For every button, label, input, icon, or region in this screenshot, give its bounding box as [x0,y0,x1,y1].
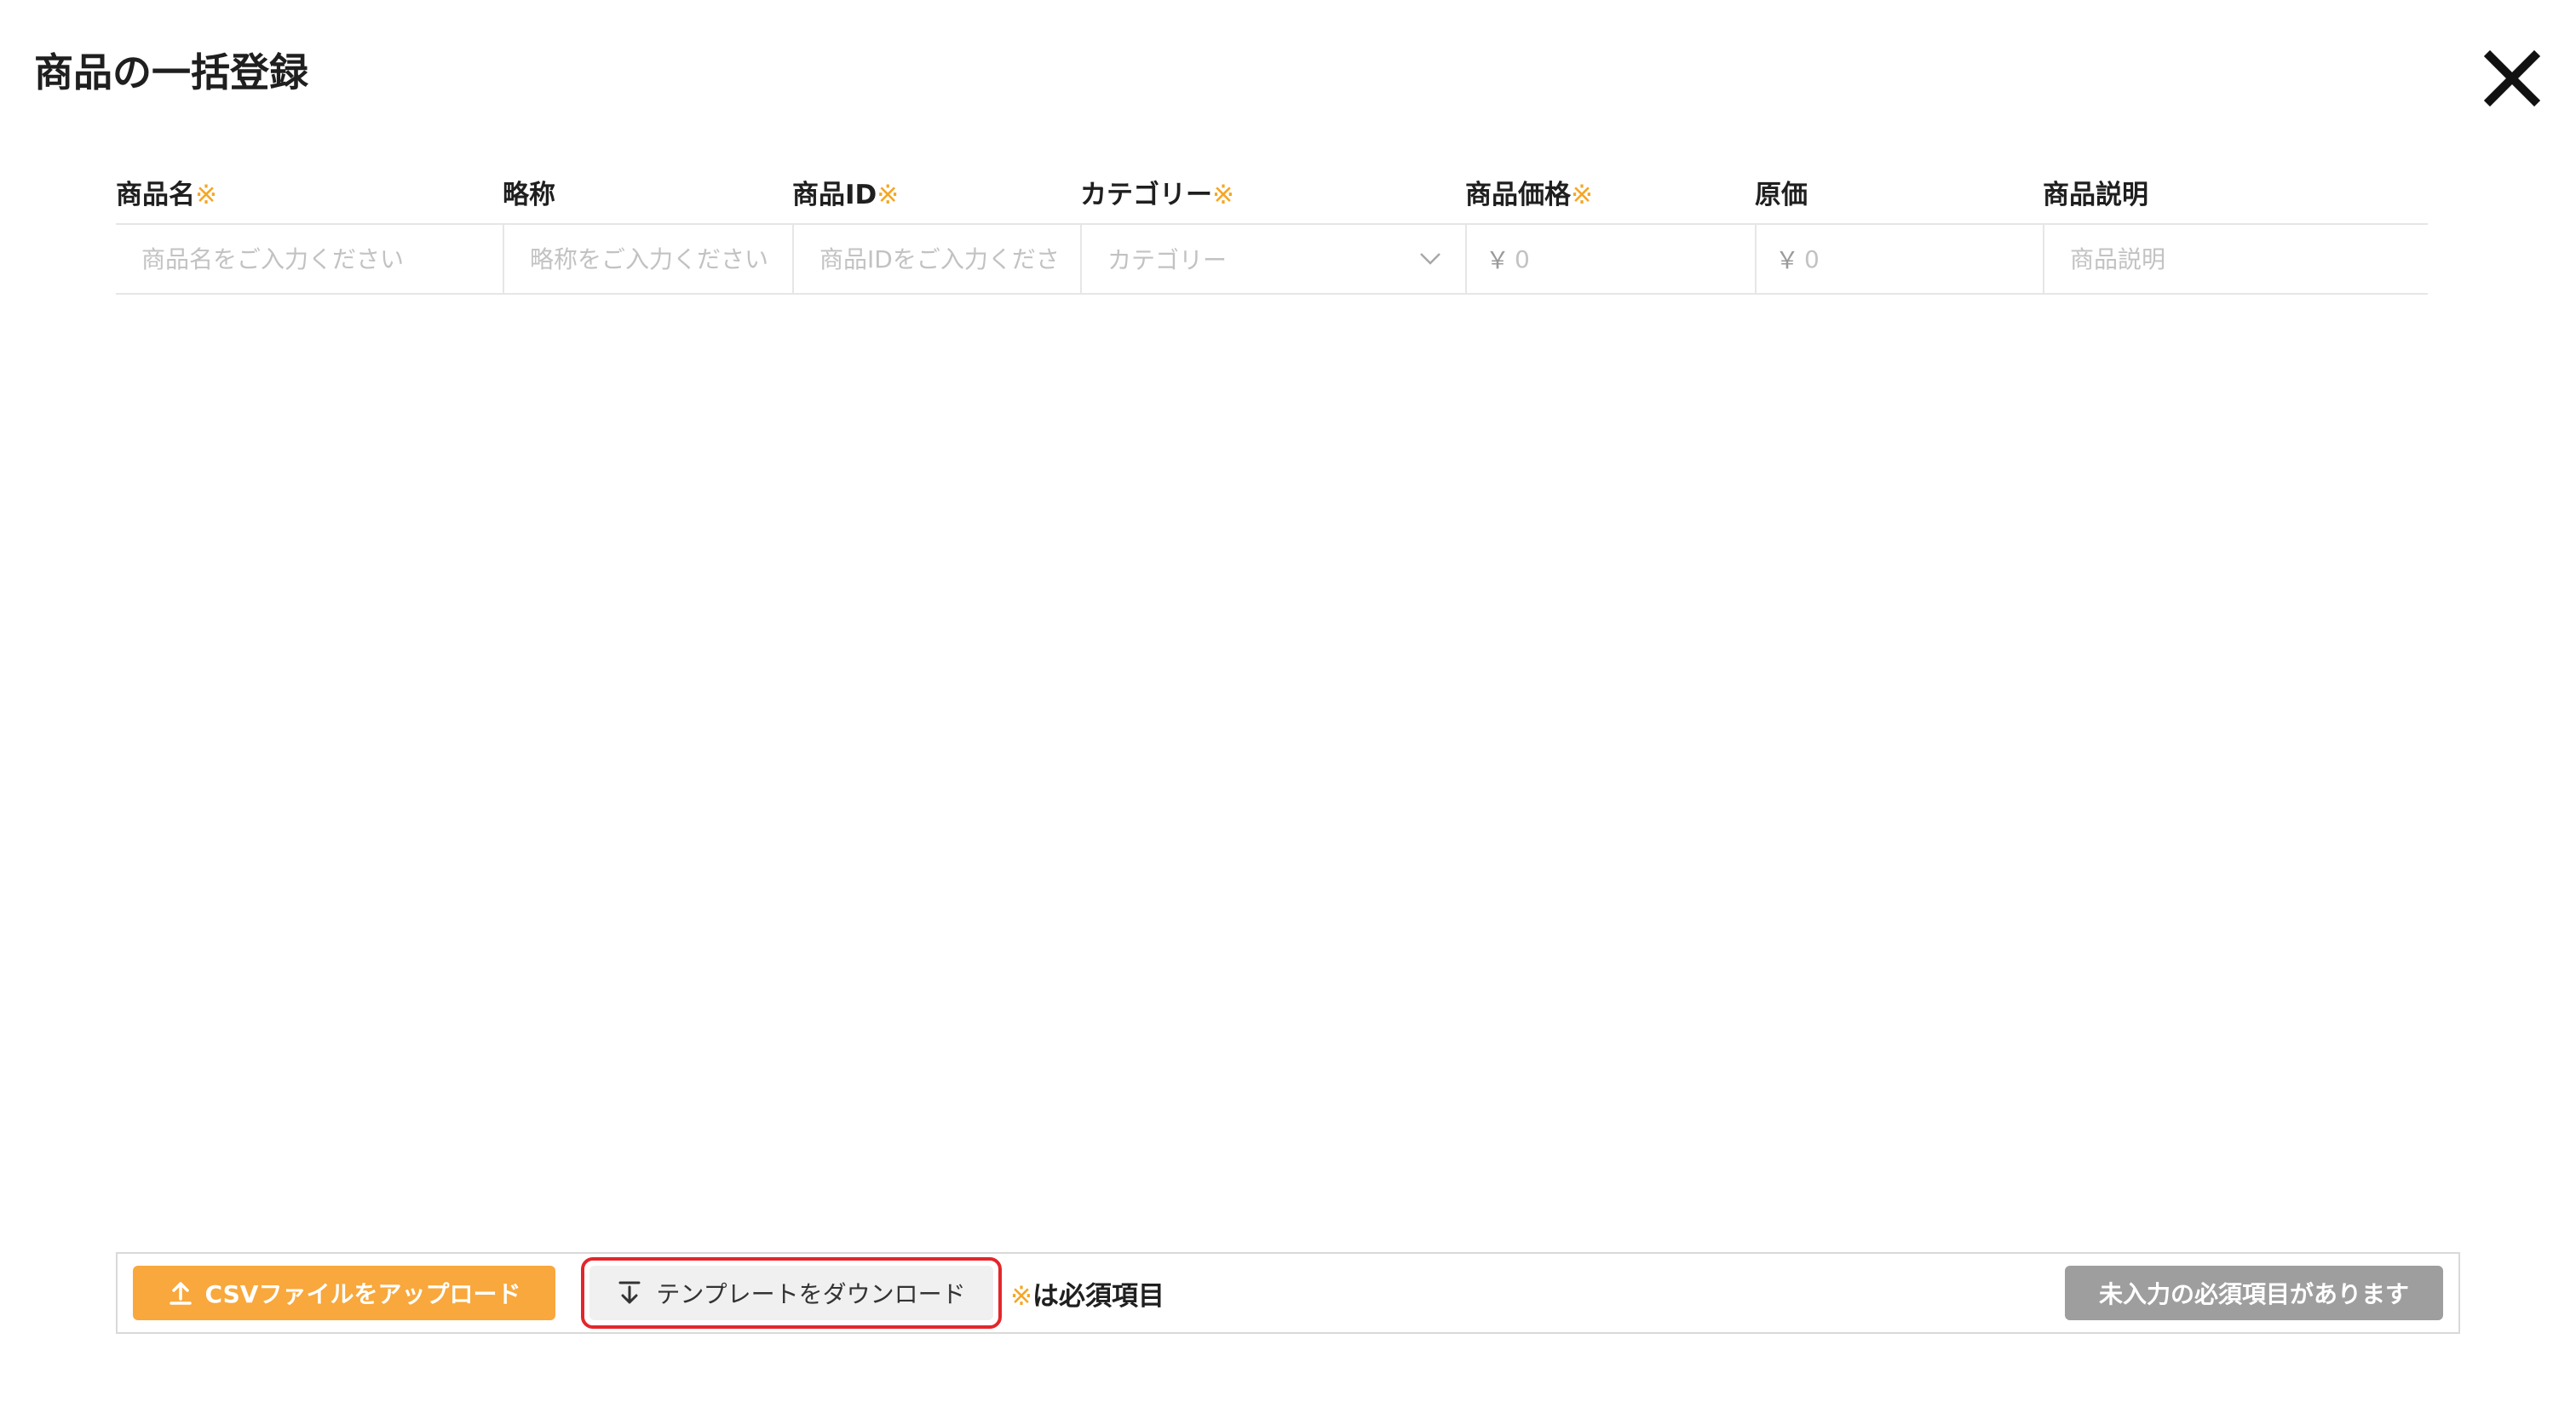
required-mark: ※ [1010,1280,1032,1312]
cost-cell: ￥ [1755,225,2043,293]
upload-icon [169,1282,192,1305]
download-template-highlight: テンプレートをダウンロード [581,1257,1002,1329]
table-row: カテゴリー ￥ ￥ [116,225,2428,295]
column-header-short-name: 略称 [503,180,555,210]
short-name-input[interactable] [504,225,792,293]
table-header: 商品名※ 略称 商品ID※ カテゴリー※ 商品価格※ 原価 商品説明 [116,167,2428,225]
category-select-placeholder: カテゴリー [1107,246,1228,274]
column-header-price: 商品価格※ [1465,180,1593,210]
close-button[interactable] [2481,47,2544,110]
column-header-product-id: 商品ID※ [792,180,900,210]
column-header-product-name: 商品名※ [116,180,217,210]
footer-toolbar: CSVファイルをアップロード テンプレートをダウンロード ※は必須項目 未入力の… [116,1252,2460,1334]
product-id-cell [792,225,1080,293]
column-header-cost: 原価 [1755,180,1808,210]
upload-csv-button[interactable]: CSVファイルをアップロード [133,1266,555,1320]
product-id-input[interactable] [794,225,1080,293]
description-cell [2043,225,2428,293]
price-input[interactable] [1515,225,1755,293]
currency-symbol: ￥ [1775,246,1800,274]
required-fields-note: ※は必須項目 [1010,1280,1164,1312]
description-input[interactable] [2044,225,2428,293]
currency-symbol: ￥ [1486,246,1510,274]
required-mark: ※ [877,180,900,210]
download-template-label: テンプレートをダウンロード [656,1280,966,1308]
submit-button[interactable]: 未入力の必須項目があります [2065,1266,2443,1320]
product-table: 商品名※ 略称 商品ID※ カテゴリー※ 商品価格※ 原価 商品説明 カテゴリー… [116,167,2428,295]
chevron-down-icon [1420,253,1440,265]
download-icon [618,1281,641,1304]
price-cell: ￥ [1465,225,1755,293]
cost-input[interactable] [1804,225,2043,293]
required-mark: ※ [195,180,217,210]
short-name-cell [503,225,792,293]
product-name-cell [116,225,503,293]
column-header-description: 商品説明 [2043,180,2148,210]
required-mark: ※ [1571,180,1593,210]
close-icon [2484,50,2540,106]
required-mark: ※ [1212,180,1234,210]
product-name-input[interactable] [116,225,503,293]
download-template-button[interactable]: テンプレートをダウンロード [589,1266,993,1320]
page-title: 商品の一括登録 [34,49,308,95]
column-header-category: カテゴリー※ [1080,180,1234,210]
upload-csv-label: CSVファイルをアップロード [204,1280,521,1308]
category-select[interactable]: カテゴリー [1080,225,1465,293]
